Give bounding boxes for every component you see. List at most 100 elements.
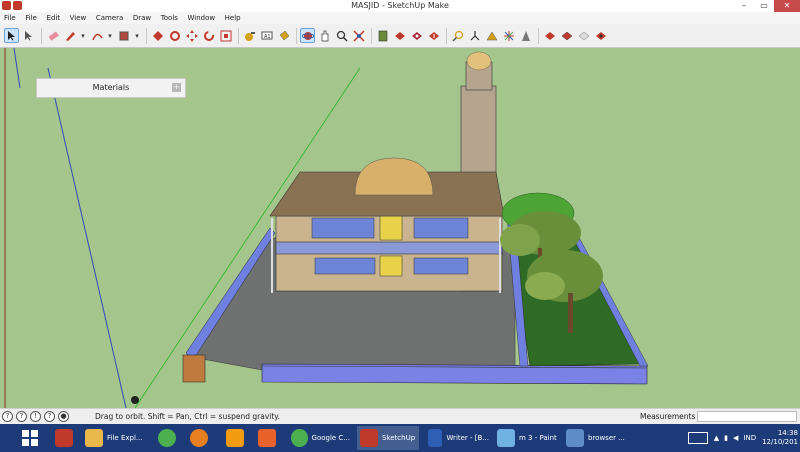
menu-camera[interactable]: Camera [96,12,123,24]
system-tray: ▲ ▮ ◀ IND 14:38 12/10/201 [687,424,800,452]
taskbar-google-chrome[interactable]: Google C... [288,426,350,450]
style-button-4[interactable] [593,28,608,43]
style-button-3[interactable] [576,28,591,43]
toolbar-separator [238,27,239,44]
rectangle-button[interactable] [116,28,131,43]
window-lower-left [314,257,376,275]
tape-measure-button[interactable] [242,28,257,43]
arrow-up-icon[interactable]: ▲ [714,434,719,442]
paint-icon [497,429,515,447]
component-select-button[interactable] [21,28,36,43]
geo-location-icon[interactable]: ? [2,411,13,422]
balcony-band [275,241,503,255]
scale-button[interactable] [218,28,233,43]
close-button[interactable]: ✕ [774,0,800,12]
follow-me-button[interactable] [167,28,182,43]
info-icon[interactable]: ! [30,411,41,422]
clock[interactable]: 14:38 12/10/201 [762,429,798,447]
user-icon[interactable]: ● [58,411,69,422]
maximize-button[interactable]: ▭ [754,0,774,12]
svg-text:A1: A1 [264,34,271,40]
pencil-button[interactable] [62,28,77,43]
position-camera-button[interactable] [450,28,465,43]
taskbar-presentation[interactable] [255,426,276,450]
menu-edit[interactable]: Edit [47,12,61,24]
measurements-input[interactable] [697,411,797,422]
taskbar-sketchup[interactable]: SketchUp [357,426,419,450]
start-button[interactable] [20,426,40,450]
menu-window[interactable]: Window [187,12,215,24]
paint-bucket-button[interactable] [276,28,291,43]
taskbar-label: Google C... [311,434,350,442]
orbit-button[interactable] [300,28,315,43]
menu-file[interactable]: File [25,12,37,24]
minimize-button[interactable]: – [734,0,754,12]
volume-icon[interactable]: ◀ [733,434,738,442]
expand-icon[interactable]: + [172,83,181,92]
credits-icon[interactable]: ? [16,411,27,422]
pencil-icon [65,31,75,41]
zoom-icon [336,30,348,42]
model-viewport[interactable] [0,48,800,408]
menu-draw[interactable]: Draw [133,12,151,24]
taskbar-paint[interactable]: m 3 - Paint [494,426,558,450]
taskbar-file-explorer[interactable]: File Expl... [82,426,146,450]
taskbar-power[interactable] [52,426,73,450]
materials-panel[interactable]: Materials + [36,78,186,98]
arc-dropdown[interactable]: ▾ [106,28,114,43]
section-plane-button[interactable] [375,28,390,43]
sketchup-icon [360,429,378,447]
sandbox-button[interactable] [518,28,533,43]
arc-button[interactable] [89,28,104,43]
extension-warehouse-button[interactable] [409,28,424,43]
minaret-dome [466,51,492,71]
taskbar-browser[interactable]: browser ... [563,426,627,450]
help-icon[interactable]: ? [44,411,55,422]
paint-bucket-icon [279,30,289,40]
taskbar-label: m 3 - Paint [519,434,557,442]
language-indicator[interactable]: IND [743,434,756,442]
tree-trunk [568,293,573,333]
window-lower-right [413,257,469,275]
zoom-button[interactable] [334,28,349,43]
taskbar-writer[interactable]: Writer - [B... [425,426,489,450]
menu-tools[interactable]: Tools [161,12,178,24]
taskbar-chrome[interactable] [155,426,176,450]
zoom-extents-button[interactable] [351,28,366,43]
look-around-button[interactable] [484,28,499,43]
push-pull-button[interactable] [150,28,165,43]
walk-icon [470,30,479,40]
menu-help[interactable]: Help [225,12,241,24]
window-controls: – ▭ ✕ [734,0,800,12]
style-button-2[interactable] [559,28,574,43]
taskbar-firefox[interactable] [187,426,208,450]
taskbar-vlc[interactable] [223,426,244,450]
pencil-dropdown[interactable]: ▾ [79,28,87,43]
pan-button[interactable] [317,28,332,43]
rectangle-icon [119,31,128,40]
orbit-icon [301,31,314,40]
rotate-button[interactable] [201,28,216,43]
menu-file[interactable]: File [4,12,16,24]
text-button[interactable]: A1 [259,28,274,43]
3d-warehouse-button[interactable] [392,28,407,43]
style2-icon [561,31,572,40]
select-tool-button[interactable] [4,28,19,43]
extension-icon [411,31,422,40]
materials-panel-title: Materials [92,83,130,92]
blue-axis-line [47,67,127,408]
toolbar-separator [296,27,297,44]
keyboard-icon[interactable] [687,432,708,444]
share-model-button[interactable] [426,28,441,43]
push-pull-icon [152,30,163,41]
pan-icon [321,30,328,41]
axes-button[interactable] [501,28,516,43]
eraser-button[interactable] [45,28,60,43]
walk-button[interactable] [467,28,482,43]
style-button-1[interactable] [542,28,557,43]
rectangle-dropdown[interactable]: ▾ [133,28,141,43]
menu-view[interactable]: View [70,12,87,24]
toolbar-separator [371,27,372,44]
move-button[interactable] [184,28,199,43]
network-icon[interactable]: ▮ [724,434,728,442]
